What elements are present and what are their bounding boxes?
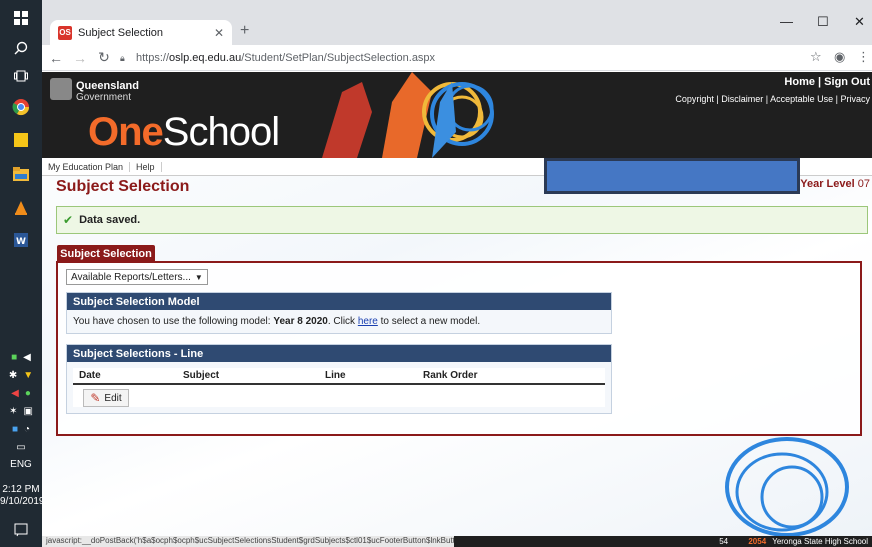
menu-help[interactable]: Help: [130, 161, 162, 172]
org-name-line1: Queensland: [76, 80, 139, 92]
tab-close-icon[interactable]: ✕: [214, 26, 224, 40]
acceptable-use-link[interactable]: Acceptable Use: [770, 94, 833, 104]
clock-time[interactable]: 2:12 PM: [0, 484, 42, 495]
page-title: Subject Selection: [56, 178, 190, 195]
task-view-icon[interactable]: [9, 64, 33, 88]
select-model-link[interactable]: here: [358, 316, 378, 327]
new-tab-icon[interactable]: +: [240, 22, 249, 40]
vlc-icon[interactable]: [9, 196, 33, 220]
col-subject: Subject: [183, 370, 220, 381]
org-name-line2: Government: [76, 92, 132, 103]
tray-shield-icon[interactable]: ▼: [23, 370, 33, 381]
svg-text:W: W: [16, 237, 26, 247]
col-rank-order: Rank Order: [423, 370, 478, 381]
copyright-link[interactable]: Copyright: [675, 94, 714, 104]
selections-table: Date Subject Line Rank Order ✎ Edit: [73, 368, 605, 407]
tray-4g-icon[interactable]: ▣: [23, 406, 32, 417]
reports-dropdown[interactable]: Available Reports/Letters... ▼: [66, 269, 208, 285]
browser-tab[interactable]: OS Subject Selection ✕: [50, 20, 232, 45]
disclaimer-link[interactable]: Disclaimer: [721, 94, 763, 104]
windows-start-icon[interactable]: [9, 6, 33, 30]
checkmark-icon: ✔: [63, 213, 74, 227]
header-links: Copyright | Disclaimer | Acceptable Use …: [675, 94, 870, 104]
line-section-heading: Subject Selections - Line: [67, 345, 611, 362]
volume-icon[interactable]: ◀: [23, 352, 31, 363]
chrome-icon[interactable]: [9, 95, 33, 119]
page-content: Queensland Government OneSchool Home | S…: [42, 72, 872, 537]
home-link[interactable]: Home: [784, 76, 815, 88]
model-section-heading: Subject Selection Model: [67, 293, 611, 310]
bookmark-star-icon[interactable]: ☆: [810, 49, 822, 65]
tray-app-icon[interactable]: ✱: [9, 370, 17, 381]
model-section: Subject Selection Model You have chosen …: [66, 292, 612, 334]
menu-my-education-plan[interactable]: My Education Plan: [42, 161, 131, 172]
qld-government-crest-icon: [50, 78, 72, 100]
redacted-box: [544, 158, 800, 194]
windows-taskbar: W ■ ◀ ✱ ▼ ◀ ● ✶ ▣ ■ ◔ ▭ ENG 2:12 PM 9/10…: [0, 0, 45, 547]
search-icon[interactable]: [9, 36, 33, 60]
model-name: Year 8 2020: [273, 316, 328, 327]
wifi-icon[interactable]: ◔: [24, 424, 30, 435]
profile-avatar-icon[interactable]: ◉: [834, 49, 845, 65]
sign-out-link[interactable]: Sign Out: [824, 76, 870, 88]
clock-date[interactable]: 9/10/2019: [0, 496, 45, 507]
language-indicator[interactable]: ENG: [0, 459, 42, 470]
dropdown-arrow-icon: ▼: [194, 272, 203, 282]
tray-speaker-icon[interactable]: ◀: [11, 388, 19, 399]
close-window-icon[interactable]: ✕: [854, 14, 865, 30]
file-explorer-icon[interactable]: [9, 162, 33, 186]
address-bar[interactable]: 🔒︎ https://oslp.eq.edu.au/Student/SetPla…: [120, 47, 800, 68]
sticky-notes-icon[interactable]: [9, 128, 33, 152]
battery-icon[interactable]: ▭: [16, 442, 25, 453]
table-header-row: Date Subject Line Rank Order: [73, 368, 605, 385]
status-bar: javascript:__doPostBack('h$a$ocph$ocph$u…: [42, 536, 872, 547]
bluetooth-icon[interactable]: ✶: [9, 406, 17, 417]
col-date: Date: [79, 370, 101, 381]
maximize-icon[interactable]: ☐: [817, 14, 829, 30]
status-url: javascript:__doPostBack('h$a$ocph$ocph$u…: [42, 536, 454, 547]
browser-toolbar: ← → ↻ 🔒︎ https://oslp.eq.edu.au/Student/…: [42, 45, 872, 71]
footer-decoration-graphic: [725, 437, 849, 537]
school-footer: 54 2054 Yeronga State High School: [719, 537, 868, 546]
pencil-icon: ✎: [90, 391, 101, 405]
browser-titlebar: OS Subject Selection ✕ + — ☐ ✕: [42, 0, 872, 45]
minimize-icon[interactable]: —: [780, 14, 793, 29]
tray-update-icon[interactable]: ●: [25, 388, 31, 399]
forward-icon[interactable]: →: [70, 50, 90, 66]
subject-selection-panel: Available Reports/Letters... ▼ Subject S…: [56, 261, 862, 436]
notifications-icon[interactable]: [9, 518, 33, 542]
year-level: Year Level 07: [800, 178, 870, 190]
browser-window: OS Subject Selection ✕ + — ☐ ✕ ← → ↻ 🔒︎ …: [42, 0, 872, 547]
col-line: Line: [325, 370, 346, 381]
word-icon[interactable]: W: [9, 228, 33, 252]
lock-icon: 🔒︎: [120, 52, 125, 63]
tray-green-icon[interactable]: ■: [11, 352, 17, 363]
oneschool-favicon-icon: OS: [58, 25, 72, 40]
header-nav: Home | Sign Out: [784, 76, 870, 88]
back-icon[interactable]: ←: [46, 50, 66, 66]
tab-title: Subject Selection: [78, 26, 163, 39]
success-message: ✔ Data saved.: [56, 206, 868, 234]
edit-button[interactable]: ✎ Edit: [83, 389, 129, 407]
line-section: Subject Selections - Line Date Subject L…: [66, 344, 612, 414]
privacy-link[interactable]: Privacy: [840, 94, 870, 104]
menu-kebab-icon[interactable]: ⋮: [857, 49, 870, 65]
reload-icon[interactable]: ↻: [94, 49, 114, 66]
network-icon[interactable]: ■: [12, 424, 18, 435]
oneschool-logo: OneSchool: [88, 110, 280, 154]
oneschool-header: Queensland Government OneSchool Home | S…: [42, 72, 872, 158]
